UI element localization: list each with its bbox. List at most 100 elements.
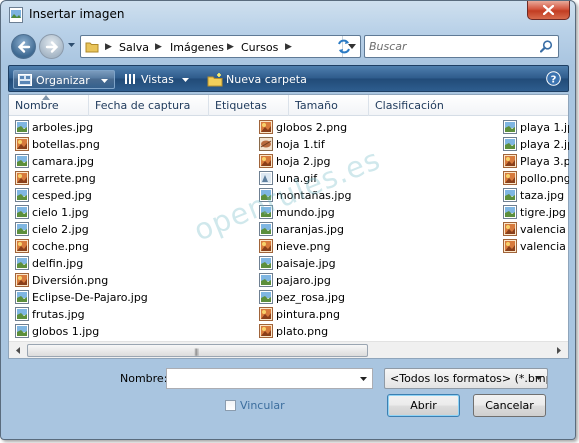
back-button[interactable] <box>11 34 36 59</box>
column-header-name[interactable]: Nombre <box>9 95 89 116</box>
file-list-pane[interactable]: Nombre Fecha de captura Etiquetas Tamaño… <box>8 94 569 359</box>
png-icon <box>259 324 273 338</box>
link-checkbox[interactable] <box>225 400 236 411</box>
file-name: valencia 2.png <box>520 240 569 253</box>
new-folder-button[interactable]: Nueva carpeta <box>203 70 313 89</box>
title-bar[interactable]: Insertar imagen <box>1 1 575 29</box>
file-item[interactable]: hoja 2.jpg <box>255 153 495 170</box>
chevron-down-icon <box>535 376 542 380</box>
png-icon <box>259 154 273 168</box>
file-name: arboles.jpg <box>32 121 94 134</box>
file-item[interactable]: Playa 3.png <box>499 153 569 170</box>
new-folder-icon <box>207 73 223 87</box>
file-item[interactable]: pintura.png <box>255 306 495 323</box>
file-item[interactable]: luna.gif <box>255 170 495 187</box>
file-name: cesped.jpg <box>32 189 92 202</box>
file-item[interactable]: arboles.jpg <box>11 119 251 136</box>
filename-field[interactable] <box>166 368 373 389</box>
breadcrumb-separator[interactable]: ▶ <box>155 42 162 52</box>
file-item[interactable]: frutas.jpg <box>11 306 251 323</box>
file-item[interactable]: hoja 1.tif <box>255 136 495 153</box>
views-button[interactable]: Vistas <box>121 70 193 89</box>
file-item[interactable]: coche.png <box>11 238 251 255</box>
file-item[interactable]: pez_rosa.jpg <box>255 289 495 306</box>
svg-text:?: ? <box>551 75 557 86</box>
jpg-icon <box>15 222 29 236</box>
forward-button[interactable] <box>39 34 64 59</box>
file-item[interactable]: cielo 2.jpg <box>11 221 251 238</box>
file-item[interactable]: valencia 1.png <box>499 221 569 238</box>
file-item[interactable]: pajaro.jpg <box>255 272 495 289</box>
file-name: valencia 1.png <box>520 223 569 236</box>
jpg-icon <box>15 324 29 338</box>
file-item[interactable]: botellas.png <box>11 136 251 153</box>
file-item[interactable]: valencia 2.png <box>499 238 569 255</box>
file-name: playa 2.jpg <box>520 138 569 151</box>
file-item[interactable]: globos 1.jpg <box>11 323 251 340</box>
file-name: delfin.jpg <box>32 257 84 270</box>
jpg-icon <box>15 256 29 270</box>
file-item[interactable]: montañas.jpg <box>255 187 495 204</box>
address-bar[interactable]: ▶ Salva ▶ Imágenes ▶ Cursos ▶ <box>80 35 361 58</box>
cancel-button[interactable]: Cancelar <box>473 394 546 417</box>
file-item[interactable]: globos 2.png <box>255 119 495 136</box>
file-name: hoja 1.tif <box>276 138 325 151</box>
breadcrumb-imagenes[interactable]: Imágenes <box>170 41 224 54</box>
views-label: Vistas <box>141 73 174 86</box>
file-name: pollo.png <box>520 172 569 185</box>
file-item[interactable]: tigre.jpg <box>499 204 569 221</box>
file-item[interactable]: taza.jpg <box>499 187 569 204</box>
file-item[interactable]: pollo.png <box>499 170 569 187</box>
open-button[interactable]: Abrir <box>387 394 460 417</box>
breadcrumb-separator[interactable]: ▶ <box>227 42 234 52</box>
file-item[interactable]: mundo.jpg <box>255 204 495 221</box>
scroll-left-icon[interactable] <box>10 343 27 358</box>
file-item[interactable]: playa 1.jpg <box>499 119 569 136</box>
close-button[interactable] <box>527 1 570 20</box>
file-item[interactable]: camara.jpg <box>11 153 251 170</box>
search-icon[interactable] <box>540 40 553 53</box>
file-item[interactable]: paisaje.jpg <box>255 255 495 272</box>
breadcrumb-separator[interactable]: ▶ <box>285 42 292 52</box>
breadcrumb-cursos[interactable]: Cursos <box>241 41 278 54</box>
refresh-icon[interactable] <box>334 37 354 56</box>
search-box[interactable] <box>364 35 559 58</box>
file-type-select[interactable]: <Todos los formatos> (*.bmp;*. <box>384 368 548 389</box>
column-header-rating[interactable]: Clasificación <box>369 95 570 116</box>
column-header-size[interactable]: Tamaño <box>289 95 369 116</box>
jpg-icon <box>15 188 29 202</box>
recent-pages-chevron-icon[interactable] <box>67 42 76 48</box>
file-item[interactable]: nieve.png <box>255 238 495 255</box>
horizontal-scrollbar[interactable]: ||| <box>9 341 568 358</box>
file-item[interactable]: cesped.jpg <box>11 187 251 204</box>
jpg-icon <box>15 307 29 321</box>
file-item[interactable]: naranjas.jpg <box>255 221 495 238</box>
file-name: pez_rosa.jpg <box>276 291 346 304</box>
file-name: pajaro.jpg <box>276 274 331 287</box>
file-item[interactable]: Diversión.png <box>11 272 251 289</box>
column-header-date[interactable]: Fecha de captura <box>89 95 209 116</box>
gif-icon <box>259 171 273 185</box>
breadcrumb-salva[interactable]: Salva <box>119 41 149 54</box>
file-name: coche.png <box>32 240 89 253</box>
organize-button[interactable]: Organizar <box>13 70 115 89</box>
file-name: carrete.png <box>32 172 96 185</box>
column-header-tags[interactable]: Etiquetas <box>209 95 289 116</box>
scroll-right-icon[interactable] <box>550 343 567 358</box>
scrollbar-thumb[interactable]: ||| <box>27 344 368 357</box>
search-input[interactable] <box>369 39 534 54</box>
png-icon <box>503 171 517 185</box>
file-name: playa 1.jpg <box>520 121 569 134</box>
link-checkbox-label[interactable]: Vincular <box>240 399 285 412</box>
file-item[interactable]: plato.png <box>255 323 495 340</box>
file-item[interactable]: playa 2.jpg <box>499 136 569 153</box>
png-icon <box>259 307 273 321</box>
file-item[interactable]: delfin.jpg <box>11 255 251 272</box>
chevron-down-icon[interactable] <box>360 377 367 381</box>
file-item[interactable]: carrete.png <box>11 170 251 187</box>
file-item[interactable]: cielo 1.jpg <box>11 204 251 221</box>
new-folder-label: Nueva carpeta <box>226 73 307 86</box>
breadcrumb-separator: ▶ <box>105 42 112 52</box>
help-icon[interactable]: ? <box>546 71 561 86</box>
file-item[interactable]: Eclipse-De-Pajaro.jpg <box>11 289 251 306</box>
